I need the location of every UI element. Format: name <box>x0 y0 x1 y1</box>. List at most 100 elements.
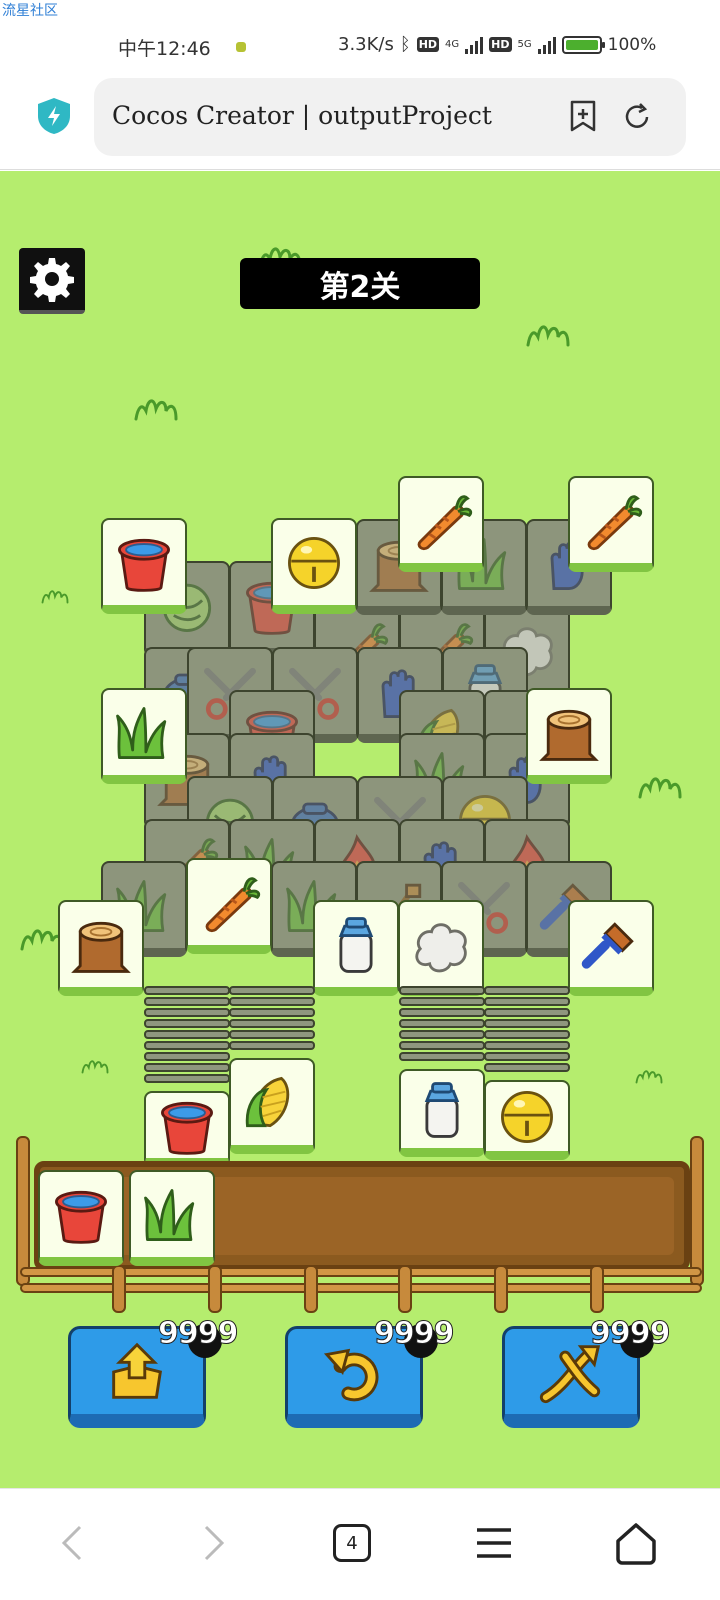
tabs-button[interactable]: 4 <box>322 1515 382 1571</box>
fence-post <box>590 1265 604 1313</box>
level-title: 第2关 <box>240 258 480 309</box>
tile-bucket[interactable] <box>144 1091 230 1167</box>
fence-post <box>398 1265 412 1313</box>
tile-cotton[interactable] <box>398 900 484 996</box>
stack-layer <box>144 1063 230 1072</box>
status-bar: 中午12:46 3.3K/s ᛒ HD 4G HD 5G 100% <box>0 26 720 68</box>
stack-layer <box>399 1008 485 1017</box>
move-out-count: 9999 <box>158 1316 239 1352</box>
bookmark-add-icon[interactable] <box>568 100 598 132</box>
menu-icon <box>477 1528 511 1558</box>
tile-grass[interactable] <box>101 688 187 784</box>
home-icon <box>616 1523 656 1565</box>
fence-post <box>16 1136 30 1286</box>
fence-post <box>208 1265 222 1313</box>
back-button[interactable] <box>42 1515 102 1571</box>
undo-count: 9999 <box>374 1316 455 1352</box>
grass-decoration <box>81 1060 109 1074</box>
forward-button[interactable] <box>184 1515 244 1571</box>
tile-corn[interactable] <box>229 1058 315 1154</box>
stack-layer <box>484 986 570 995</box>
stack-layer <box>399 1041 485 1050</box>
watermark: 流星社区 <box>2 3 58 19</box>
stack-layer <box>484 1041 570 1050</box>
tile-carrot[interactable] <box>568 476 654 572</box>
stack-layer <box>399 1019 485 1028</box>
tile-milk[interactable] <box>399 1069 485 1157</box>
game-canvas[interactable]: 第2关 9999 9999 9999 <box>0 171 720 1488</box>
menu-button[interactable] <box>464 1515 524 1571</box>
stack-layer <box>484 1019 570 1028</box>
gear-icon <box>30 258 74 302</box>
tile-bell[interactable] <box>484 1080 570 1160</box>
shuffle-count: 9999 <box>590 1316 671 1352</box>
tile-stump[interactable] <box>58 900 144 996</box>
battery-icon <box>561 35 605 54</box>
browser-toolbar: Cocos Creator | outputProject <box>0 70 720 170</box>
stack-layer <box>229 997 315 1006</box>
hd-badge-2: HD <box>489 37 512 52</box>
bluetooth-icon: ᛒ <box>399 34 411 55</box>
stack-layer <box>144 1041 230 1050</box>
stack-layer <box>144 1074 230 1083</box>
network-speed: 3.3K/s <box>338 34 394 55</box>
tile-stump[interactable] <box>526 688 612 784</box>
net-4g-label: 4G <box>445 39 460 50</box>
stack-layer <box>144 997 230 1006</box>
home-button[interactable] <box>606 1515 666 1571</box>
fence-post <box>112 1265 126 1313</box>
page-title[interactable]: Cocos Creator | outputProject <box>112 101 492 130</box>
tray-tile-grass <box>129 1170 215 1266</box>
stack-layer <box>144 1030 230 1039</box>
stack-layer <box>399 1052 485 1061</box>
status-indicators: 3.3K/s ᛒ HD 4G HD 5G 100% <box>338 34 656 55</box>
stack-layer <box>144 986 230 995</box>
grass-decoration <box>638 777 682 799</box>
fence-post <box>304 1265 318 1313</box>
stack-layer <box>484 1052 570 1061</box>
status-time: 中午12:46 <box>118 38 211 60</box>
stack-layer <box>229 1019 315 1028</box>
grass-decoration <box>635 1070 663 1084</box>
tile-carrot[interactable] <box>186 858 272 954</box>
forward-icon <box>204 1525 225 1561</box>
tile-bucket[interactable] <box>101 518 187 614</box>
stack-layer <box>144 1008 230 1017</box>
stack-layer <box>484 1030 570 1039</box>
hd-badge: HD <box>416 37 440 52</box>
signal-icon <box>465 36 484 54</box>
signal-icon-2 <box>537 36 556 54</box>
stack-layer <box>229 986 315 995</box>
grass-decoration <box>41 590 69 604</box>
stack-layer <box>484 1008 570 1017</box>
tile-bell[interactable] <box>271 518 357 614</box>
browser-nav-bar: 4 <box>0 1488 720 1600</box>
stack-layer <box>399 1030 485 1039</box>
back-icon <box>61 1525 82 1561</box>
stack-layer <box>399 997 485 1006</box>
tray-tile-bucket <box>38 1170 124 1266</box>
address-bar[interactable]: Cocos Creator | outputProject <box>94 78 686 156</box>
fence-post <box>494 1265 508 1313</box>
stack-layer <box>484 1063 570 1072</box>
reload-icon[interactable] <box>622 102 652 132</box>
tabs-icon: 4 <box>333 1524 371 1562</box>
tile-brush[interactable] <box>568 900 654 996</box>
shield-icon[interactable] <box>36 96 72 136</box>
stack-layer <box>229 1041 315 1050</box>
tile-carrot[interactable] <box>398 476 484 572</box>
fence-post <box>690 1136 704 1286</box>
stack-layer <box>229 1008 315 1017</box>
grass-decoration <box>526 325 570 347</box>
stack-layer <box>229 1030 315 1039</box>
stack-layer <box>399 986 485 995</box>
tile-milk[interactable] <box>313 900 399 996</box>
stack-layer <box>144 1019 230 1028</box>
grass-decoration <box>134 399 178 421</box>
settings-button[interactable] <box>19 248 85 314</box>
net-5g-label: 5G <box>517 39 532 50</box>
stack-layer <box>144 1052 230 1061</box>
notification-icon <box>236 42 246 52</box>
battery-level: 100% <box>607 34 657 55</box>
stack-layer <box>484 997 570 1006</box>
